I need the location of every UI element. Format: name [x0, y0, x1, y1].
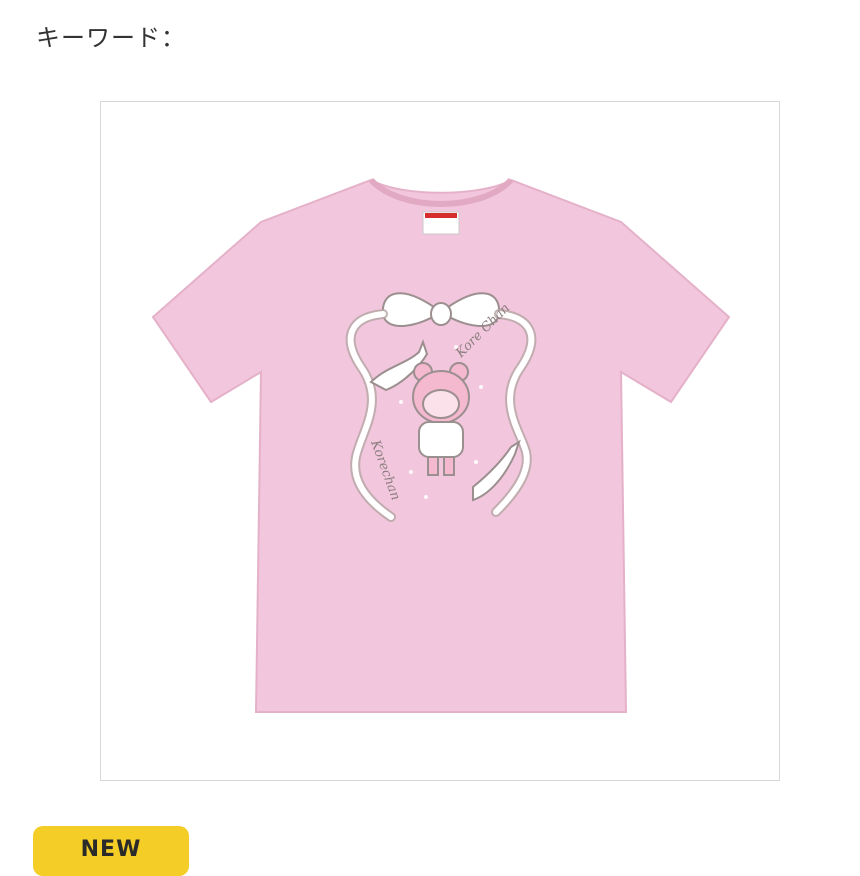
cropped-text-line [36, 0, 506, 4]
product-image-frame[interactable]: Kore Chan Korechan [100, 101, 780, 781]
new-badge: NEW [33, 826, 189, 876]
keyword-label: キーワード： [36, 24, 186, 52]
pink-tshirt-image: Kore Chan Korechan [151, 177, 731, 713]
